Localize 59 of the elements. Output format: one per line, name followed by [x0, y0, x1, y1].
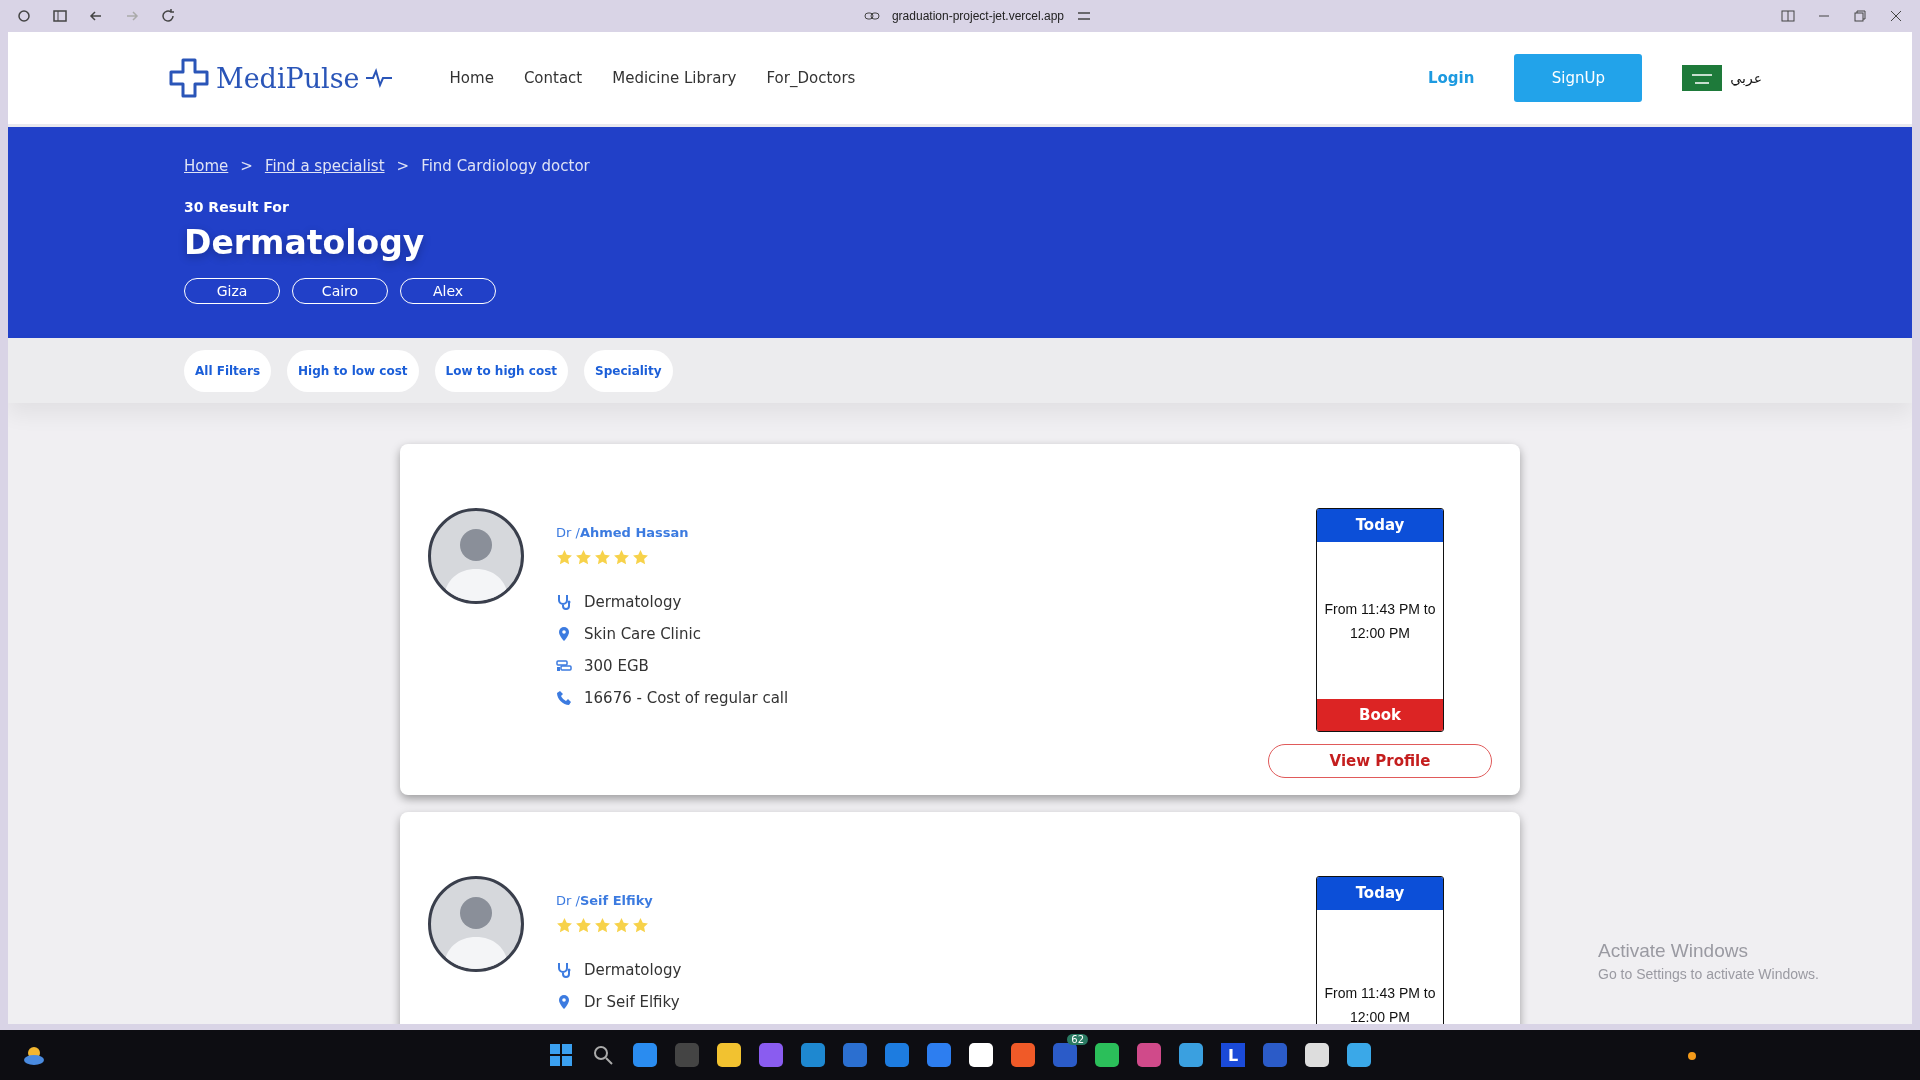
result-count: 30 Result For	[184, 199, 290, 215]
flag-icon	[1682, 65, 1723, 91]
nav-link[interactable]: Medicine Library	[612, 69, 737, 87]
day-header: Today	[1317, 877, 1443, 910]
location-pin-icon	[556, 994, 572, 1010]
stethoscope-icon	[556, 594, 572, 610]
stethoscope-icon	[556, 962, 572, 978]
filter-button[interactable]: Low to high cost	[434, 349, 569, 392]
breadcrumb-current: Find Cardiology doctor	[421, 157, 590, 175]
status-dot-icon	[1688, 1052, 1696, 1060]
breadcrumb-separator: >	[240, 157, 253, 175]
doctor-phone: 16676 - Cost of regular call	[584, 689, 789, 707]
doctor-specialty: Dermatology	[584, 961, 682, 979]
location-pin-icon	[556, 626, 572, 642]
breadcrumb-separator: >	[396, 157, 410, 175]
app-icon[interactable]	[1347, 1043, 1371, 1067]
language-button[interactable]: عربي	[1682, 65, 1762, 91]
breadcrumb-link[interactable]: Find a specialist	[264, 157, 385, 175]
phone-icon	[556, 690, 572, 706]
app-icon[interactable]	[717, 1043, 741, 1067]
app-icon[interactable]	[969, 1043, 993, 1067]
doctor-name[interactable]: Dr /Ahmed Hassan	[556, 525, 789, 540]
heartbeat-icon	[365, 68, 392, 88]
filter-button[interactable]: Speciality	[584, 349, 673, 392]
app-icon[interactable]	[1095, 1043, 1119, 1067]
money-icon	[556, 658, 572, 674]
breadcrumb-link[interactable]: Home	[184, 157, 229, 175]
nav-link[interactable]: Contact	[523, 69, 583, 87]
filter-button[interactable]: High to low cost	[287, 349, 419, 392]
start-icon[interactable]	[549, 1043, 573, 1067]
split-view-icon[interactable]	[1780, 8, 1796, 24]
reload-icon[interactable]	[160, 8, 176, 24]
app-icon[interactable]: L	[1221, 1043, 1245, 1067]
nav-link[interactable]: Home	[449, 69, 494, 87]
cross-logo-icon	[168, 57, 210, 99]
filter-button[interactable]: All Filters	[184, 349, 272, 392]
time-slot: From 11:43 PM to 12:00 PM	[1317, 980, 1443, 1024]
doctor-clinic: Skin Care Clinic	[584, 625, 701, 643]
app-icon[interactable]	[1179, 1043, 1203, 1067]
activation-subtitle: Go to Settings to activate Windows.	[1598, 966, 1819, 982]
logo-text[interactable]: MediPulse	[216, 62, 360, 94]
day-header: Today	[1317, 509, 1443, 542]
notification-badge: 62	[1067, 1034, 1088, 1045]
address-bar[interactable]: graduation-project-jet.vercel.app	[891, 9, 1065, 23]
doctor-name[interactable]: Dr /Seif Elfiky	[556, 893, 682, 908]
sidebar-icon[interactable]	[52, 8, 68, 24]
doctor-fee: 300 EGB	[584, 657, 649, 675]
search-icon[interactable]	[592, 1044, 614, 1066]
book-button[interactable]: Book	[1317, 699, 1443, 731]
nav-link[interactable]: For_Doctors	[766, 69, 856, 87]
restore-icon[interactable]	[1852, 8, 1868, 24]
time-slot: From 11:43 PM to 12:00 PM	[1317, 596, 1443, 645]
app-icon[interactable]	[1305, 1043, 1329, 1067]
view-profile-button[interactable]: View Profile	[1268, 744, 1492, 778]
activation-title: Activate Windows	[1598, 940, 1749, 962]
doctor-clinic: Dr Seif Elfiky	[584, 993, 680, 1011]
close-icon[interactable]	[1888, 8, 1904, 24]
doctor-specialty: Dermatology	[584, 593, 682, 611]
specialty-heading: Dermatology	[184, 223, 426, 262]
